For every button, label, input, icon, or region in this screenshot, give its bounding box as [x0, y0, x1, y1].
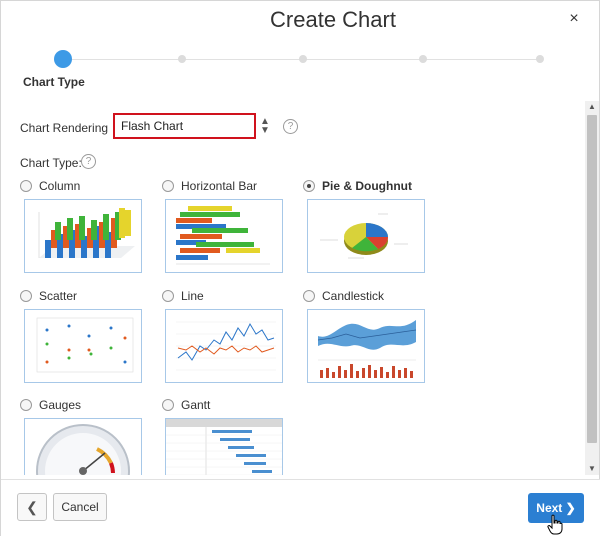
- chevron-right-icon: ❯: [565, 501, 576, 515]
- chart-type-option-label: Candlestick: [322, 289, 385, 303]
- wizard-step-1: [54, 50, 72, 68]
- chart-rendering-select[interactable]: Flash Chart: [113, 113, 256, 139]
- chart-type-label: Chart Type:: [20, 156, 82, 170]
- create-chart-dialog: Create Chart × Chart Type Chart Renderin…: [0, 0, 600, 536]
- wizard-current-step-label: Chart Type: [23, 75, 85, 89]
- radio-button[interactable]: [20, 180, 32, 192]
- radio-button[interactable]: [162, 290, 174, 302]
- gauge-chart-icon[interactable]: [24, 418, 142, 475]
- radio-button-selected[interactable]: [303, 180, 315, 192]
- cancel-button[interactable]: Cancel: [53, 493, 107, 521]
- line-chart-icon[interactable]: [165, 309, 283, 383]
- wizard-progress: Chart Type: [1, 41, 600, 91]
- scroll-up-arrow-icon[interactable]: ▲: [585, 101, 599, 113]
- 3d-horizontal-bar-chart-icon[interactable]: [165, 199, 283, 273]
- back-button[interactable]: ❮: [17, 493, 47, 521]
- pie-chart-icon[interactable]: [307, 199, 425, 273]
- wizard-step-5: [536, 55, 544, 63]
- 3d-column-chart-icon[interactable]: [24, 199, 142, 273]
- chart-type-option-label: Column: [39, 179, 81, 193]
- content-scrollbar[interactable]: ▲ ▼: [585, 101, 599, 475]
- hand-cursor-icon: [547, 514, 563, 535]
- dialog-title: Create Chart: [270, 7, 396, 32]
- help-icon[interactable]: ?: [283, 119, 298, 134]
- chart-type-option-label: Pie & Doughnut: [322, 179, 412, 193]
- chart-type-form: Chart Rendering Flash Chart ▲ ▼ ? Chart T…: [1, 101, 583, 475]
- close-button[interactable]: ×: [564, 9, 584, 29]
- radio-button[interactable]: [303, 290, 315, 302]
- chart-type-option-label: Scatter: [39, 289, 78, 303]
- dialog-footer: ❮ Cancel Next ❯: [1, 479, 600, 536]
- radio-button[interactable]: [162, 399, 174, 411]
- wizard-step-4: [419, 55, 427, 63]
- chart-type-option-label: Line: [181, 289, 204, 303]
- wizard-step-3: [299, 55, 307, 63]
- select-arrows-icon[interactable]: ▲ ▼: [258, 117, 272, 137]
- scroll-thumb[interactable]: [587, 115, 597, 443]
- help-icon[interactable]: ?: [81, 154, 96, 169]
- chart-rendering-label: Chart Rendering: [20, 121, 109, 135]
- radio-button[interactable]: [162, 180, 174, 192]
- gantt-chart-icon[interactable]: [165, 418, 283, 475]
- radio-button[interactable]: [20, 290, 32, 302]
- wizard-step-2: [178, 55, 186, 63]
- candlestick-chart-icon[interactable]: [307, 309, 425, 383]
- radio-button[interactable]: [20, 399, 32, 411]
- scroll-down-arrow-icon[interactable]: ▼: [585, 463, 599, 475]
- chart-type-option-label: Gauges: [39, 398, 82, 412]
- chart-type-option-label: Horizontal Bar: [181, 179, 258, 193]
- chart-type-option-label: Gantt: [181, 398, 211, 412]
- scatter-chart-icon[interactable]: [24, 309, 142, 383]
- next-button-label: Next: [536, 501, 563, 515]
